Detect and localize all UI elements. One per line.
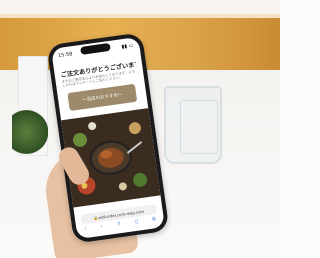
forward-icon[interactable]: › xyxy=(100,224,103,232)
share-icon[interactable]: ⇪ xyxy=(116,221,121,230)
photo-scene: 15:58 ▮▮ ▭ ご注文ありがとうございます。 またのご来店を心よりお待ちし… xyxy=(0,0,280,258)
tabs-icon[interactable]: ⧉ xyxy=(152,216,157,224)
back-icon[interactable]: ‹ xyxy=(84,226,87,234)
recommendation-button[interactable]: 〜当店のおすすめ〜 xyxy=(67,83,138,112)
status-time: 15:58 xyxy=(57,51,73,60)
signal-battery-icon: ▮▮ ▭ xyxy=(121,42,134,51)
plant xyxy=(12,110,48,154)
bookmarks-icon[interactable]: ▯ xyxy=(135,219,139,227)
glass-reflection xyxy=(180,100,218,154)
